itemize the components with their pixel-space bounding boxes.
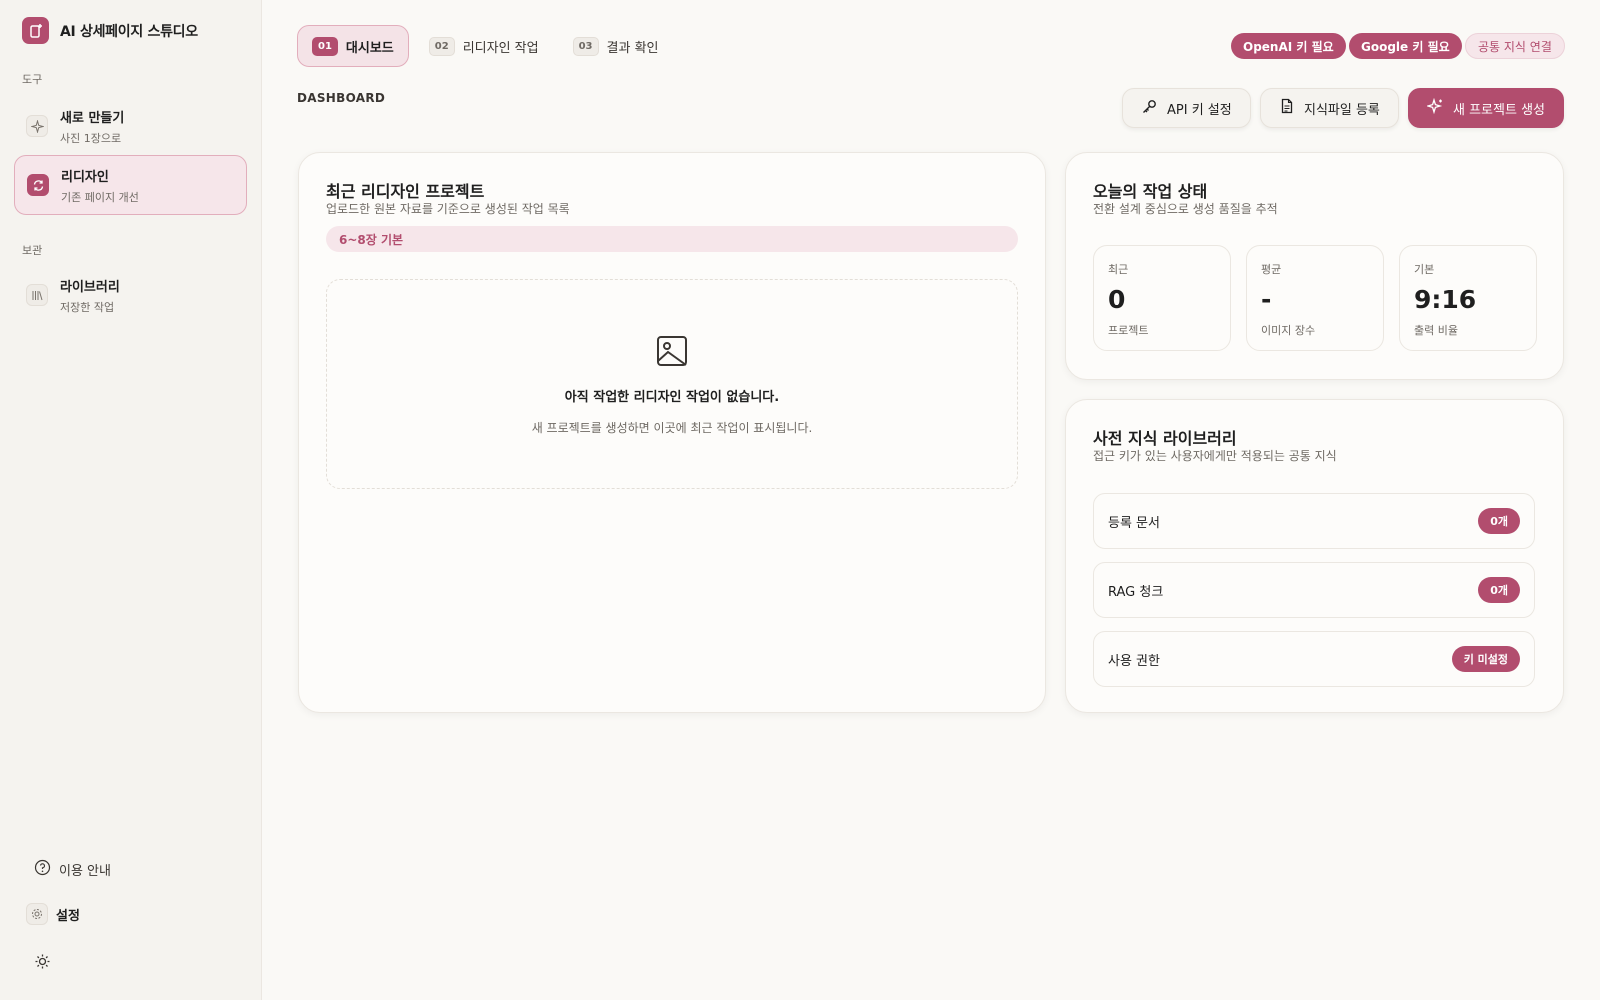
openai-key-pill[interactable]: OpenAI 키 필요 [1231, 33, 1346, 59]
tab-label: 대시보드 [345, 40, 394, 56]
stat-label: 기본 [1414, 263, 1435, 276]
status-badge: 키 미설정 [1451, 646, 1520, 672]
recent-projects-title: 최근 리디자인 프로젝트 [326, 182, 485, 201]
sidebar-item-sub: 사진 1장으로 [60, 131, 122, 145]
image-icon [655, 334, 689, 372]
tab-label: 결과 확인 [606, 40, 659, 56]
row-label: 등록 문서 [1108, 515, 1160, 531]
count-badge: 0개 [1478, 577, 1520, 603]
sidebar-item-sub: 기존 페이지 개선 [61, 190, 139, 204]
today-status-subtitle: 전환 설계 중심으로 생성 품질을 추적 [1093, 202, 1278, 216]
section-label-archive: 보관 [22, 244, 43, 257]
sparkle-icon [1425, 97, 1444, 119]
library-icon [26, 284, 48, 306]
row-label: RAG 청크 [1108, 584, 1164, 600]
library-row-rag-chunks: RAG 청크 0개 [1093, 562, 1535, 618]
sidebar-item-sub: 저장한 작업 [60, 300, 115, 314]
api-key-label: API 키 설정 [1167, 102, 1232, 118]
stat-label: 최근 [1108, 263, 1129, 276]
sidebar-item-redesign[interactable]: 리디자인 기존 페이지 개선 [14, 155, 247, 215]
help-link[interactable]: 이용 안내 [34, 859, 111, 880]
recent-projects-subtitle: 업로드한 원본 자료를 기준으로 생성된 작업 목록 [326, 202, 570, 216]
help-label: 이용 안내 [59, 864, 111, 879]
stat-note: 이미지 장수 [1261, 324, 1316, 337]
sidebar-item-library[interactable]: 라이브러리 저장한 작업 [14, 265, 247, 325]
today-status-card: 오늘의 작업 상태 전환 설계 중심으로 생성 품질을 추적 최근 0 프로젝트… [1065, 152, 1564, 380]
theme-toggle[interactable] [34, 953, 51, 974]
recent-projects-card: 최근 리디자인 프로젝트 업로드한 원본 자료를 기준으로 생성된 작업 목록 … [298, 152, 1046, 713]
document-icon [1279, 98, 1295, 118]
sidebar-item-new[interactable]: 새로 만들기 사진 1장으로 [14, 96, 247, 156]
sun-icon [34, 953, 51, 974]
knowledge-library-title: 사전 지식 라이브러리 [1093, 429, 1237, 448]
tab-number: 02 [428, 36, 455, 56]
tab-number: 03 [572, 36, 599, 56]
stat-value: - [1261, 285, 1272, 314]
sidebar: AI 상세페이지 스튜디오 도구 새로 만들기 사진 1장으로 리디자인 기존 … [0, 0, 262, 1000]
breadcrumb: DASHBOARD [297, 91, 386, 105]
stat-default: 기본 9:16 출력 비율 [1399, 245, 1537, 351]
default-count-tag: 6~8장 기본 [326, 226, 1018, 252]
api-key-button[interactable]: API 키 설정 [1122, 88, 1251, 128]
sidebar-item-title: 리디자인 [61, 169, 109, 185]
empty-state-title: 아직 작업한 리디자인 작업이 없습니다. [564, 390, 780, 405]
tab-result[interactable]: 03 결과 확인 [559, 25, 673, 67]
section-label-tools: 도구 [22, 73, 43, 86]
new-project-label: 새 프로젝트 생성 [1453, 102, 1545, 118]
stat-value: 0 [1108, 285, 1126, 314]
phone-plus-icon [22, 17, 49, 44]
knowledge-file-button[interactable]: 지식파일 등록 [1260, 88, 1399, 128]
sidebar-item-title: 새로 만들기 [60, 110, 125, 126]
stat-value: 9:16 [1414, 285, 1477, 314]
question-icon [34, 859, 51, 880]
empty-state-subtitle: 새 프로젝트를 생성하면 이곳에 최근 작업이 표시됩니다. [531, 421, 813, 435]
tab-redesign-work[interactable]: 02 리디자인 작업 [415, 25, 553, 67]
stat-label: 평균 [1261, 263, 1282, 276]
empty-state: 아직 작업한 리디자인 작업이 없습니다. 새 프로젝트를 생성하면 이곳에 최… [326, 279, 1018, 489]
google-key-pill[interactable]: Google 키 필요 [1349, 33, 1462, 59]
knowledge-library-subtitle: 접근 키가 있는 사용자에게만 적용되는 공통 지식 [1093, 449, 1337, 463]
count-badge: 0개 [1478, 508, 1520, 534]
refresh-icon [27, 174, 49, 196]
knowledge-link-pill[interactable]: 공통 지식 연결 [1465, 33, 1565, 59]
knowledge-library-card: 사전 지식 라이브러리 접근 키가 있는 사용자에게만 적용되는 공통 지식 등… [1065, 399, 1564, 713]
stat-average: 평균 - 이미지 장수 [1246, 245, 1384, 351]
settings-link[interactable]: 설정 [26, 903, 80, 925]
gear-icon [26, 903, 48, 925]
today-status-title: 오늘의 작업 상태 [1093, 182, 1208, 201]
sidebar-item-title: 라이브러리 [60, 279, 120, 295]
new-project-button[interactable]: 새 프로젝트 생성 [1408, 88, 1564, 128]
library-row-documents: 등록 문서 0개 [1093, 493, 1535, 549]
stat-recent: 최근 0 프로젝트 [1093, 245, 1231, 351]
key-icon [1141, 98, 1158, 119]
stat-note: 프로젝트 [1108, 324, 1149, 337]
tab-number: 01 [312, 36, 338, 56]
brand-name: AI 상세페이지 스튜디오 [60, 23, 198, 40]
tab-label: 리디자인 작업 [462, 40, 539, 56]
row-label: 사용 권한 [1108, 653, 1160, 669]
library-row-permission: 사용 권한 키 미설정 [1093, 631, 1535, 687]
step-tabs: 01 대시보드 02 리디자인 작업 03 결과 확인 [297, 25, 673, 67]
brand[interactable]: AI 상세페이지 스튜디오 [22, 17, 198, 44]
knowledge-file-label: 지식파일 등록 [1304, 102, 1380, 118]
settings-label: 설정 [56, 908, 80, 924]
sparkle-icon [26, 115, 48, 137]
tab-dashboard[interactable]: 01 대시보드 [297, 25, 409, 67]
stat-note: 출력 비율 [1414, 324, 1458, 337]
